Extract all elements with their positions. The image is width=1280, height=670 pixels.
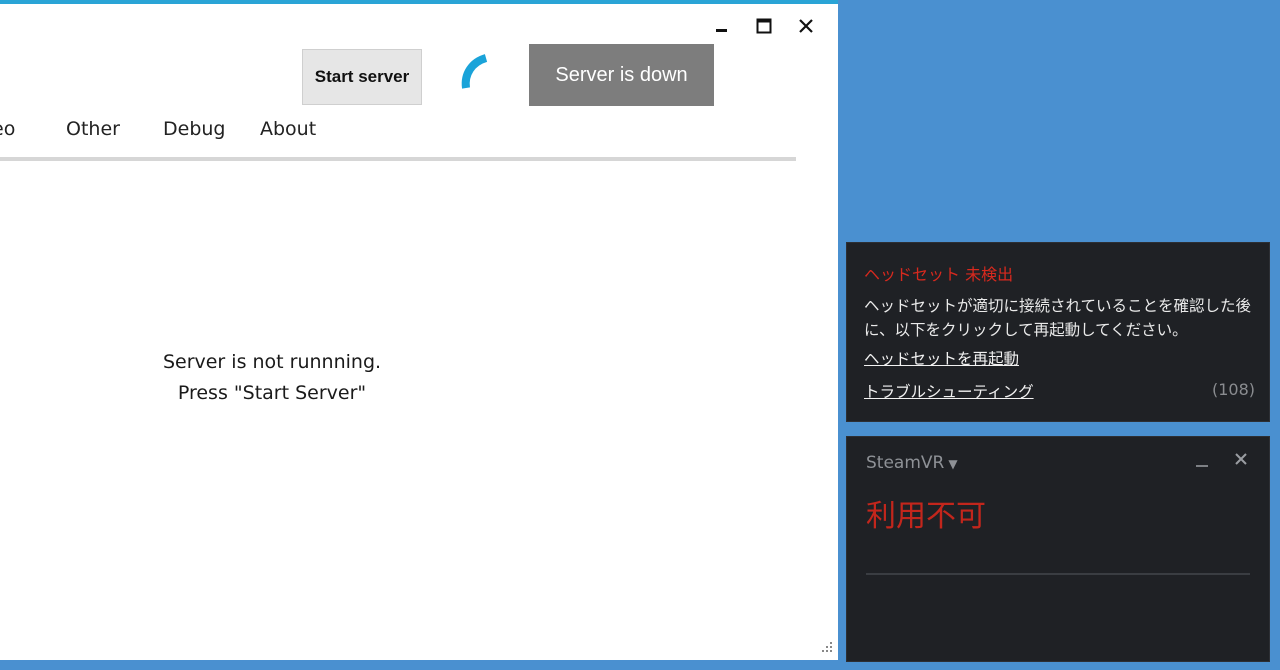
notification-count: (108) — [1211, 380, 1255, 399]
close-button[interactable] — [792, 12, 820, 40]
steamvr-status: 利用不可 — [866, 499, 986, 534]
steamvr-menu[interactable]: SteamVR ▼ — [866, 453, 958, 473]
server-status-badge: Server is down — [529, 44, 714, 106]
restart-headset-link[interactable]: ヘッドセットを再起動 — [864, 347, 1019, 369]
steamvr-close-icon[interactable] — [1233, 451, 1249, 467]
server-message-line1: Server is not runnning. — [162, 351, 382, 373]
headset-notification: ヘッドセット 未検出 ヘッドセットが適切に接続されていることを確認した後に、以下… — [846, 242, 1270, 422]
tab-video[interactable]: eo — [0, 118, 15, 140]
window-controls — [708, 12, 820, 40]
loading-spinner-icon — [461, 54, 488, 89]
troubleshooting-link[interactable]: トラブルシューティング — [864, 380, 1034, 402]
notification-body: ヘッドセットが適切に接続されていることを確認した後に、以下をクリックして再起動し… — [864, 297, 1252, 339]
resize-grip-icon[interactable] — [820, 640, 834, 654]
server-message: Server is not runnning. Press "Start Ser… — [60, 347, 484, 409]
tab-about[interactable]: About — [260, 118, 316, 140]
close-icon — [799, 19, 813, 33]
main-window: Start server Server is down eo Other Deb… — [0, 0, 838, 660]
minimize-icon — [716, 29, 727, 32]
start-server-button[interactable]: Start server — [302, 49, 422, 105]
steamvr-divider — [866, 573, 1250, 575]
tab-debug[interactable]: Debug — [163, 118, 225, 140]
steamvr-panel: SteamVR ▼ 利用不可 — [846, 436, 1270, 662]
server-message-line2: Press "Start Server" — [177, 382, 367, 404]
steamvr-title: SteamVR — [866, 453, 945, 473]
tab-divider — [0, 157, 796, 161]
maximize-button[interactable] — [750, 12, 778, 40]
minimize-button[interactable] — [708, 12, 736, 40]
dropdown-arrow-icon: ▼ — [948, 457, 958, 471]
tab-other[interactable]: Other — [66, 118, 120, 140]
tab-bar: eo Other Debug About — [0, 118, 796, 152]
notification-title: ヘッドセット 未検出 — [864, 265, 1014, 284]
steamvr-minimize-icon[interactable] — [1195, 449, 1209, 469]
maximize-icon — [756, 18, 772, 34]
